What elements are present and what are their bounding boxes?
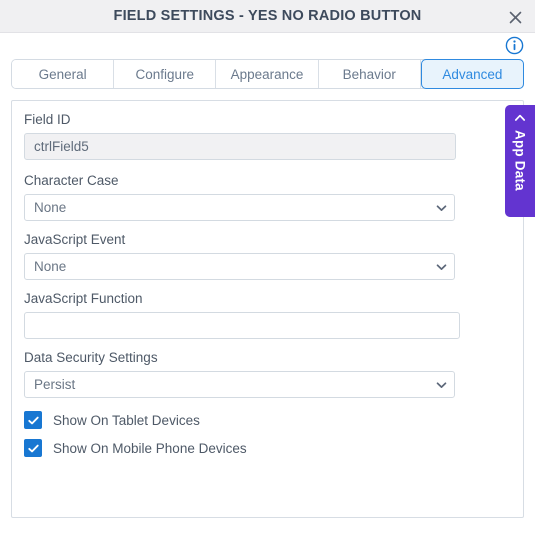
info-icon [505,36,524,55]
character-case-label: Character Case [24,173,119,188]
dialog-title: FIELD SETTINGS - YES NO RADIO BUTTON [113,8,422,24]
data-security-settings-group: Data Security Settings Persist [24,350,455,398]
advanced-settings-panel: Field ID Character Case None JavaScript … [11,100,524,518]
javascript-event-select[interactable]: None [24,253,455,280]
javascript-function-input[interactable] [24,312,460,339]
javascript-function-group: JavaScript Function [24,291,460,339]
field-id-group: Field ID [24,112,456,160]
tab-advanced-label: Advanced [442,66,503,82]
field-settings-dialog: FIELD SETTINGS - YES NO RADIO BUTTON Gen… [0,0,535,555]
close-icon [508,10,523,25]
chevron-left-icon [514,112,526,124]
app-data-tab-label: App Data [512,130,528,191]
show-on-mobile-phone-devices-label: Show On Mobile Phone Devices [53,440,247,456]
show-on-tablet-devices-checkbox-row[interactable]: Show On Tablet Devices [24,411,200,429]
tab-configure[interactable]: Configure [114,60,217,88]
data-security-settings-value: Persist [24,371,455,398]
field-id-label: Field ID [24,112,71,127]
data-security-settings-label: Data Security Settings [24,350,158,365]
character-case-select[interactable]: None [24,194,455,221]
dialog-titlebar: FIELD SETTINGS - YES NO RADIO BUTTON [0,0,535,33]
show-on-tablet-devices-label: Show On Tablet Devices [53,412,200,428]
settings-tabs: General Configure Appearance Behavior Ad… [11,59,525,89]
checkbox-checked-icon [24,439,42,457]
tab-appearance-label: Appearance [230,66,304,82]
character-case-group: Character Case None [24,173,455,221]
checkbox-checked-icon [24,411,42,429]
tab-configure-label: Configure [135,66,195,82]
show-on-mobile-phone-devices-checkbox-row[interactable]: Show On Mobile Phone Devices [24,439,247,457]
field-id-input[interactable] [24,133,456,160]
tab-general-label: General [38,66,87,82]
javascript-function-label: JavaScript Function [24,291,143,306]
tab-behavior[interactable]: Behavior [318,60,421,88]
info-button[interactable] [505,36,524,55]
character-case-value: None [24,194,455,221]
tab-behavior-label: Behavior [342,66,396,82]
data-security-settings-select[interactable]: Persist [24,371,455,398]
javascript-event-group: JavaScript Event None [24,232,455,280]
javascript-event-label: JavaScript Event [24,232,126,247]
tab-appearance[interactable]: Appearance [216,60,319,88]
app-data-tab[interactable]: App Data [505,105,535,217]
close-button[interactable] [503,5,527,29]
javascript-event-value: None [24,253,455,280]
tab-advanced[interactable]: Advanced [420,59,525,89]
tab-general[interactable]: General [12,60,115,88]
